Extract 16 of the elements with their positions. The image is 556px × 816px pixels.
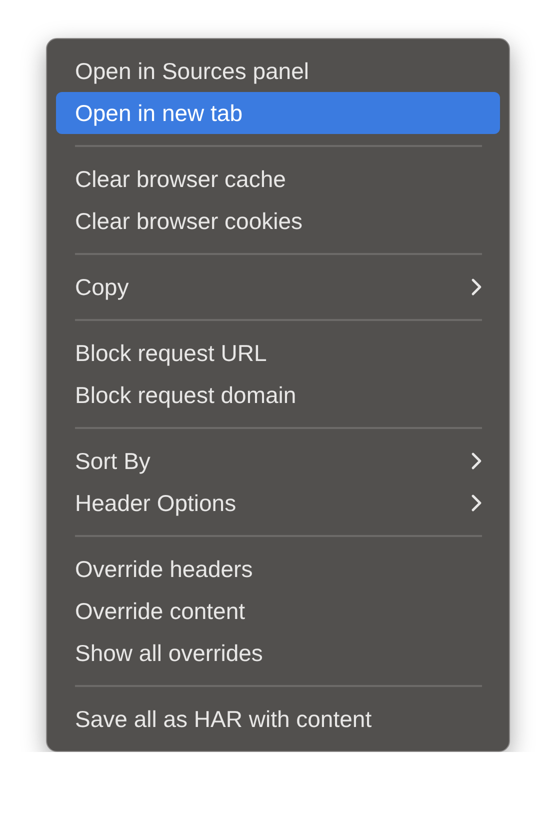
menu-item[interactable]: Override headers — [56, 548, 500, 590]
chevron-right-icon — [470, 278, 482, 296]
menu-item[interactable]: Clear browser cookies — [56, 200, 500, 242]
menu-item[interactable]: Copy — [56, 266, 500, 308]
chevron-right-icon — [470, 494, 482, 512]
menu-item[interactable]: Show all overrides — [56, 632, 500, 674]
menu-item[interactable]: Clear browser cache — [56, 158, 500, 200]
menu-item[interactable]: Sort By — [56, 440, 500, 482]
menu-item[interactable]: Open in Sources panel — [56, 50, 500, 92]
chevron-right-icon — [470, 452, 482, 470]
menu-item[interactable]: Block request domain — [56, 374, 500, 416]
menu-item[interactable]: Override content — [56, 590, 500, 632]
menu-item[interactable]: Open in new tab — [56, 92, 500, 134]
menu-item[interactable]: Save all as HAR with content — [56, 698, 500, 740]
menu-item[interactable]: Header Options — [56, 482, 500, 524]
menu-item[interactable]: Block request URL — [56, 332, 500, 374]
